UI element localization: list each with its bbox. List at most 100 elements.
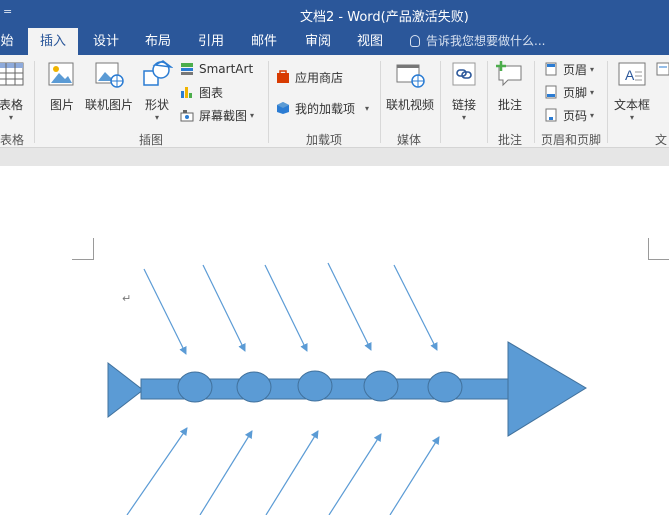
group-label-text: 文 <box>655 133 668 147</box>
footer-label: 页脚 <box>563 85 588 100</box>
footer-icon <box>545 85 557 99</box>
chevron-down-icon: ▾ <box>461 113 466 122</box>
quick-parts-button[interactable] <box>656 59 669 79</box>
header-label: 页眉 <box>563 62 588 77</box>
node-ellipse <box>177 371 213 403</box>
header-icon <box>545 62 557 76</box>
table-button[interactable]: 表格 ▾ <box>0 59 26 122</box>
group-separator <box>268 61 269 143</box>
online-picture-label: 联机图片 <box>84 98 133 112</box>
chevron-down-icon: ▾ <box>8 113 13 122</box>
tell-me-placeholder: 告诉我您想要做什么... <box>426 34 546 48</box>
textbox-button[interactable]: A 文本框 ▾ <box>612 59 652 122</box>
lightbulb-icon <box>410 35 420 47</box>
smartart-icon <box>181 63 193 75</box>
title-bar: = 文档2 - Word(产品激活失败) <box>0 0 669 28</box>
my-addins-button[interactable]: 我的加载项 ▾ <box>276 98 369 118</box>
group-label-comments: 批注 <box>498 133 523 147</box>
table-icon <box>0 62 24 86</box>
shapes-label: 形状 <box>144 98 169 112</box>
chart-icon <box>181 87 192 98</box>
screenshot-icon <box>180 110 194 122</box>
my-addins-label: 我的加载项 <box>295 101 356 116</box>
document-page[interactable]: ↵ <box>0 166 669 515</box>
ribbon: 表格 ▾ 表格 图片 联机图片 形状 ▾ SmartArt 图表 屏幕截图 ▾ … <box>0 55 669 148</box>
branch-arrow <box>393 264 438 351</box>
smartart-label: SmartArt <box>199 62 254 76</box>
tab-review[interactable]: 审阅 <box>296 28 340 55</box>
store-button[interactable]: 应用商店 <box>276 67 343 87</box>
tail-triangle <box>107 361 144 419</box>
tab-mailings[interactable]: 邮件 <box>242 28 286 55</box>
group-separator <box>440 61 441 143</box>
textbox-label: 文本框 <box>613 98 650 112</box>
ribbon-bottom-bar <box>0 148 669 166</box>
tab-home[interactable]: 始 <box>0 28 14 55</box>
branch-arrow <box>202 264 246 352</box>
group-label-table: 表格 <box>0 133 25 147</box>
group-separator <box>380 61 381 143</box>
branch-arrow <box>264 264 308 352</box>
chart-button[interactable]: 图表 <box>180 82 223 102</box>
fishbone-diagram[interactable] <box>0 166 669 515</box>
screenshot-label: 屏幕截图 <box>199 108 248 123</box>
group-label-media: 媒体 <box>397 133 422 147</box>
tell-me-box[interactable]: 告诉我您想要做什么... <box>410 28 545 55</box>
online-video-button[interactable]: 联机视频 <box>384 59 436 113</box>
svg-text:A: A <box>625 67 635 83</box>
online-picture-button[interactable]: 联机图片 <box>84 59 134 113</box>
smartart-button[interactable]: SmartArt <box>180 59 253 79</box>
tab-design[interactable]: 设计 <box>84 28 128 55</box>
footer-button[interactable]: 页脚 ▾ <box>544 82 594 102</box>
comment-label: 批注 <box>497 98 522 112</box>
chevron-down-icon: ▾ <box>365 103 370 113</box>
page-number-icon <box>545 108 557 122</box>
branch-arrow <box>389 436 440 515</box>
shapes-button[interactable]: 形状 ▾ <box>140 59 174 122</box>
head-arrow <box>507 341 587 437</box>
picture-label: 图片 <box>49 98 74 112</box>
tab-references[interactable]: 引用 <box>189 28 233 55</box>
table-label: 表格 <box>0 98 23 112</box>
branch-arrow <box>327 262 372 351</box>
chevron-down-icon: ▾ <box>629 113 634 122</box>
online-video-icon <box>396 64 425 88</box>
branch-arrow <box>143 268 187 355</box>
quick-access-toolbar[interactable]: = <box>3 5 12 18</box>
my-addins-icon <box>277 102 289 114</box>
tab-layout[interactable]: 布局 <box>136 28 180 55</box>
chevron-down-icon: ▾ <box>590 87 595 97</box>
chevron-down-icon: ▾ <box>590 110 595 120</box>
chevron-down-icon: ▾ <box>250 110 255 120</box>
node-ellipse <box>363 370 399 402</box>
picture-button[interactable]: 图片 <box>44 59 80 113</box>
group-separator <box>534 61 535 143</box>
tab-insert[interactable]: 插入 <box>28 28 78 55</box>
page-number-button[interactable]: 页码 ▾ <box>544 105 594 125</box>
comment-button[interactable]: 批注 <box>492 59 528 113</box>
node-ellipse <box>236 371 272 403</box>
group-label-illustrations: 插图 <box>139 133 164 147</box>
upper-branches <box>143 262 438 355</box>
link-button[interactable]: 链接 ▾ <box>446 59 482 122</box>
group-separator <box>34 61 35 143</box>
branch-arrow <box>199 430 253 515</box>
node-ellipse <box>427 371 463 403</box>
store-icon <box>277 70 289 83</box>
branch-arrow <box>328 433 382 515</box>
chevron-down-icon: ▾ <box>154 113 159 122</box>
page-number-label: 页码 <box>563 108 588 123</box>
window-title: 文档2 - Word(产品激活失败) <box>300 10 469 25</box>
textbox-icon: A <box>618 62 646 86</box>
chevron-down-icon: ▾ <box>590 64 595 74</box>
store-label: 应用商店 <box>295 70 344 85</box>
comment-icon <box>496 61 522 87</box>
group-separator <box>607 61 608 143</box>
screenshot-button[interactable]: 屏幕截图 ▾ <box>180 105 254 125</box>
shapes-icon <box>143 60 174 86</box>
tab-view[interactable]: 视图 <box>348 28 392 55</box>
header-button[interactable]: 页眉 ▾ <box>544 59 594 79</box>
group-label-addins: 加载项 <box>306 133 343 147</box>
group-separator <box>487 61 488 143</box>
ribbon-tabs: 始 插入 设计 布局 引用 邮件 审阅 视图 告诉我您想要做什么... <box>0 28 669 55</box>
